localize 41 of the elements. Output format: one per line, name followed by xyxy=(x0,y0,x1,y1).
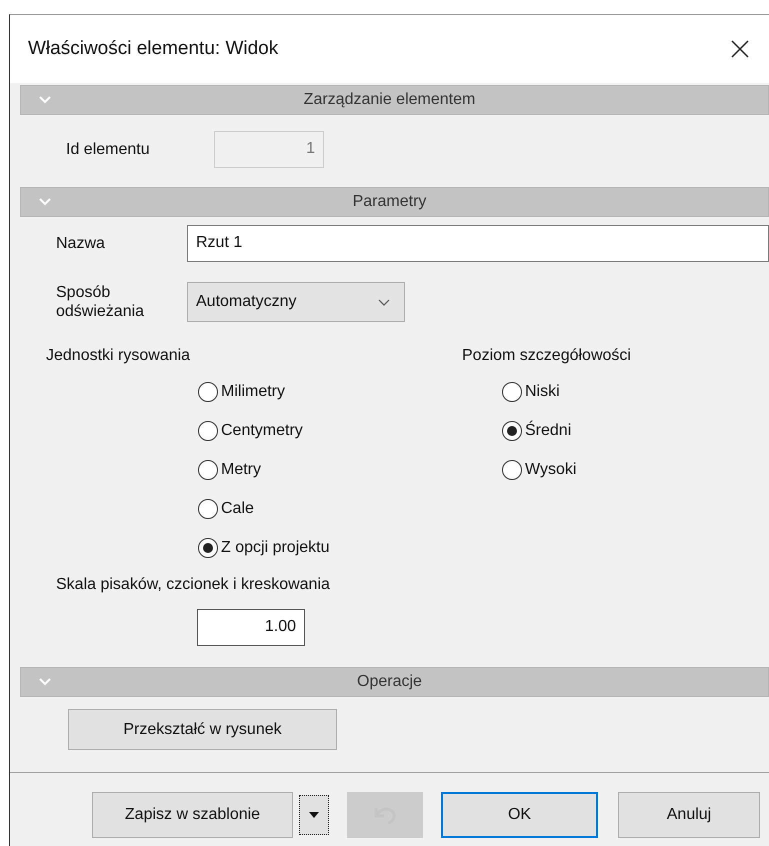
section-header[interactable]: Zarządzanie elementem xyxy=(20,85,769,115)
close-icon[interactable] xyxy=(730,39,750,59)
radio-label: Wysoki xyxy=(525,460,576,478)
radio-label: Niski xyxy=(525,382,560,400)
radio-button[interactable] xyxy=(502,382,522,402)
section-header[interactable]: Operacje xyxy=(20,667,769,697)
radio-button[interactable] xyxy=(502,420,522,440)
section-title: Parametry xyxy=(352,193,428,211)
section-title: Operacje xyxy=(356,673,423,691)
scale-field[interactable]: 1.00 xyxy=(197,609,305,646)
radio-button[interactable] xyxy=(198,420,218,440)
section-title: Zarządzanie elementem xyxy=(302,91,476,109)
refresh-dropdown[interactable]: Automatyczny xyxy=(187,282,405,322)
dropdown-button[interactable] xyxy=(299,795,329,835)
window-title: Właściwości elementu: Widok xyxy=(28,38,278,60)
caret-icon xyxy=(309,812,319,818)
name-field[interactable]: Rzut 1 xyxy=(187,225,769,262)
section-header[interactable]: Parametry xyxy=(20,187,769,217)
save-template-button[interactable]: Zapisz w szablonie xyxy=(92,792,293,838)
radio-label: Cale xyxy=(221,500,254,518)
cancel-button[interactable]: Anuluj xyxy=(618,792,760,838)
field-label: Skala pisaków, czcionek i kreskowania xyxy=(56,575,330,595)
chevron-icon xyxy=(378,298,390,306)
id-field: 1 xyxy=(214,131,324,168)
field-label: Id elementu xyxy=(66,140,151,158)
radio-label: Średni xyxy=(525,422,572,440)
radio-label: Metry xyxy=(221,460,261,478)
radio-label: Milimetry xyxy=(221,382,285,400)
field-label: Nazwa xyxy=(55,234,106,252)
convert-button[interactable]: Przekształć w rysunek xyxy=(68,709,337,750)
field-label: Sposób odświeżania xyxy=(55,283,146,321)
radio-button[interactable] xyxy=(198,382,218,402)
group-label: Jednostki rysowania xyxy=(46,346,192,366)
group-label: Poziom szczegółowości xyxy=(462,346,631,366)
radio-label: Z opcji projektu xyxy=(221,538,330,556)
radio-button[interactable] xyxy=(198,538,218,558)
radio-button[interactable] xyxy=(502,460,522,480)
radio-button[interactable] xyxy=(198,498,218,518)
radio-label: Centymetry xyxy=(221,422,303,440)
ok-button[interactable]: OK xyxy=(441,792,598,838)
radio-button[interactable] xyxy=(198,460,218,480)
